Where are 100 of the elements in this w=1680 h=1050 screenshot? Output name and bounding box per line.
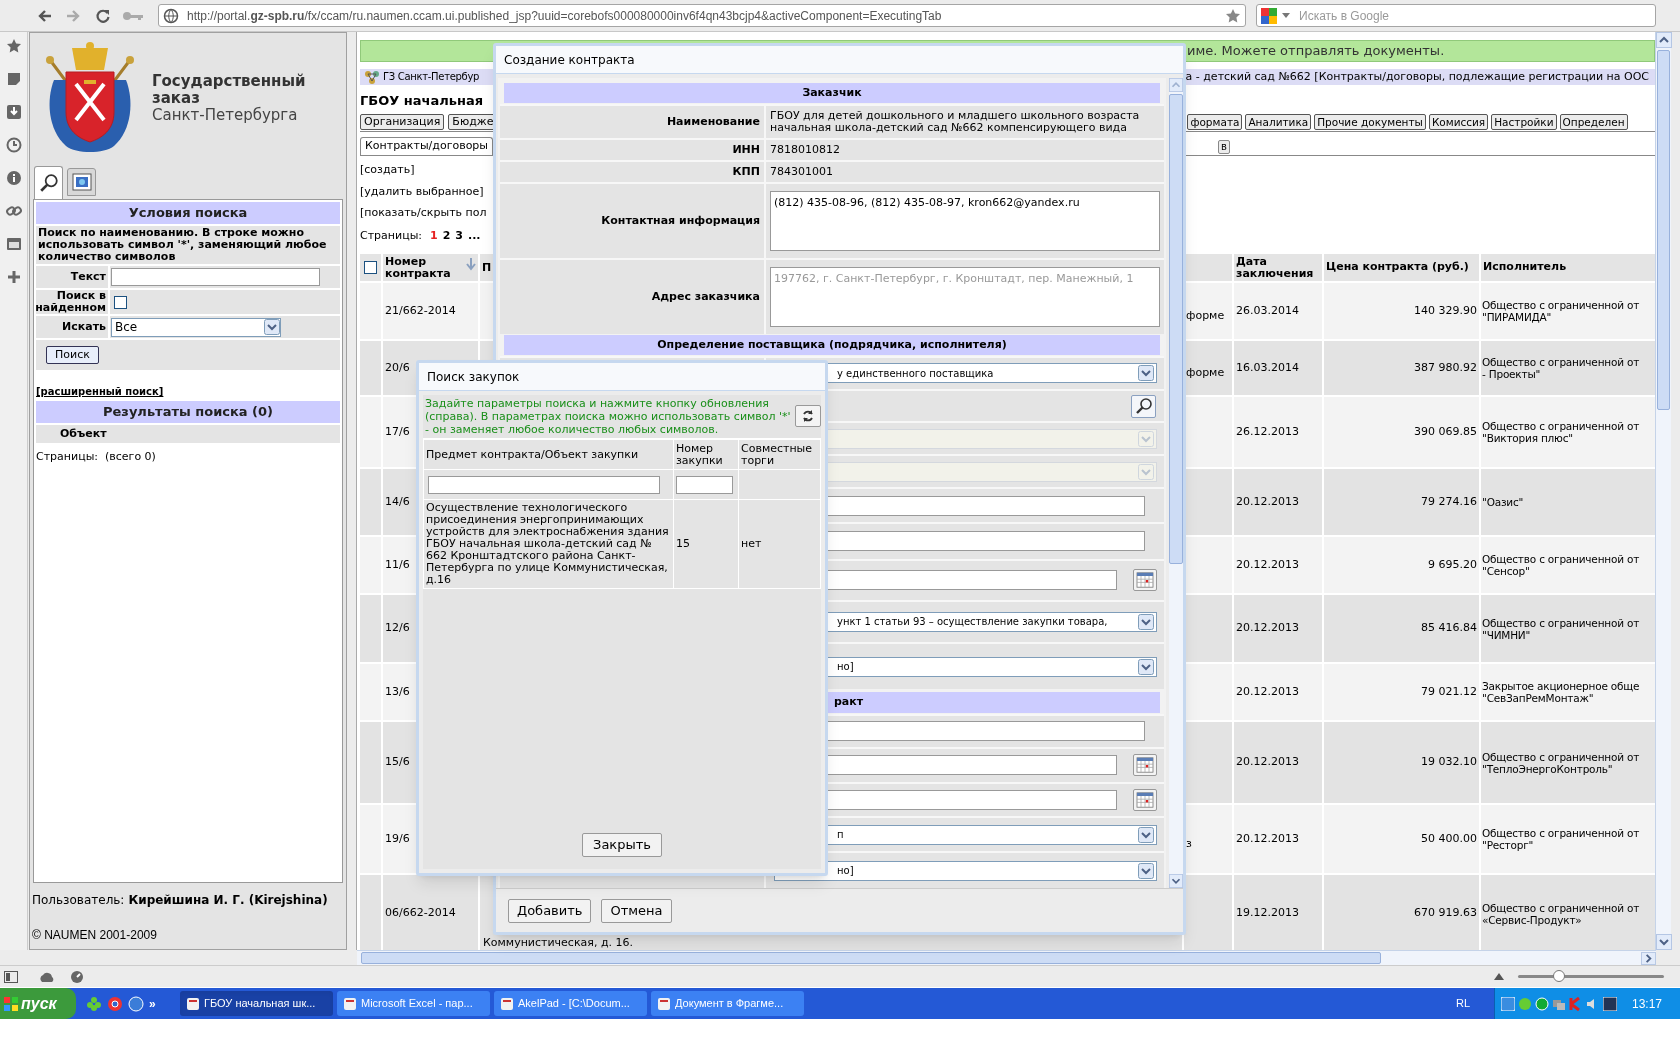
field-value: 784301001 [770, 165, 834, 178]
table-cell: 20.12.2013 [1236, 557, 1299, 571]
column-header: Номер закупки [676, 441, 723, 467]
calendar-button[interactable] [1133, 569, 1157, 592]
page-link[interactable]: ... [468, 227, 481, 244]
scrollbar-thumb[interactable] [1657, 50, 1670, 410]
pagination-text: Страницы: (всего 0) [36, 449, 156, 465]
tab[interactable] [34, 166, 63, 199]
breadcrumb-text: а - детский сад №662 [Контракты/договоры, подлежащие регистрации на ООС [1185, 68, 1649, 85]
plus-icon[interactable] [5, 269, 22, 285]
note-icon[interactable] [5, 71, 22, 87]
dropdown[interactable]: Все [111, 317, 281, 337]
taskbar-button[interactable]: AkelPad - [C:\Docum... [494, 991, 647, 1016]
search-button[interactable]: Поиск [46, 346, 99, 364]
text-field[interactable] [111, 268, 320, 286]
dialog-title: Создание контракта [496, 46, 1183, 74]
clock-icon[interactable] [5, 137, 22, 153]
scrollbar-thumb[interactable] [1169, 94, 1183, 564]
dialog-button[interactable]: Добавить [508, 898, 592, 923]
flower-icon[interactable] [86, 995, 102, 1012]
calendar-button[interactable] [1133, 788, 1157, 811]
search-button[interactable] [1131, 394, 1156, 418]
back-icon[interactable] [36, 7, 54, 24]
panel-icon[interactable] [4, 970, 18, 983]
action-link[interactable]: [показать/скрыть пол [360, 205, 487, 222]
tray-icon[interactable] [1603, 996, 1617, 1011]
calendar-button[interactable] [1133, 754, 1157, 777]
page-link[interactable]: 2 [442, 227, 451, 244]
clock: 13:17 [1632, 995, 1663, 1013]
url-field[interactable]: http://portal.gz-spb.ru/fx/ccam/ru.naumen.ccam.ui.published_jsp?uuid=corebofs000080000inv6f4qn43bcjp4&activeComponent=ExecutingTab [158, 4, 1246, 27]
windows-flag-icon [3, 995, 19, 1012]
caret-icon[interactable] [1281, 11, 1291, 20]
scrollbar-thumb[interactable] [361, 952, 1381, 964]
refresh-icon [801, 409, 815, 423]
table-cell: 387 980.92 [1414, 360, 1477, 374]
action-link[interactable]: [создать] [360, 162, 415, 179]
table-cell: 390 069.85 [1414, 424, 1477, 438]
circle-logo-icon[interactable] [107, 995, 123, 1012]
scroll-down-icon[interactable] [1169, 874, 1183, 888]
page-link[interactable]: 3 [455, 227, 463, 244]
tray-icon[interactable] [1535, 996, 1549, 1011]
action-link[interactable]: [удалить выбранное] [360, 183, 484, 200]
advanced-search-link[interactable]: [расширенный поиск] [36, 384, 164, 399]
tab[interactable]: Комиссия [1428, 114, 1489, 130]
table-cell: 26.12.2013 [1236, 424, 1299, 438]
gauge-icon[interactable] [70, 969, 84, 984]
tab[interactable]: формата [1187, 114, 1243, 130]
link-icon[interactable] [5, 203, 22, 219]
taskbar-button[interactable]: Документ в Фрагме... [651, 991, 804, 1016]
start-button[interactable]: пуск [0, 988, 76, 1019]
column-header: П [482, 261, 492, 274]
table-cell-text: "Оазис" [1482, 496, 1525, 508]
column-header: Номер контракта [385, 255, 452, 280]
tab[interactable]: Прочие документы [1314, 114, 1426, 130]
table-cell: 19.12.2013 [1236, 906, 1299, 920]
dialog-button[interactable]: Отмена [601, 898, 672, 923]
download-icon[interactable] [5, 104, 22, 120]
scroll-up-icon[interactable] [1656, 32, 1672, 48]
tab[interactable]: Аналитика [1245, 114, 1312, 130]
text-area[interactable]: (812) 435-08-96, (812) 435-08-97, kron662@yandex.ru [770, 190, 1160, 251]
checkbox[interactable] [114, 295, 127, 309]
page-link[interactable]: 1 [430, 227, 438, 244]
up-triangle-icon[interactable] [1494, 973, 1504, 980]
taskbar-button[interactable]: ГБОУ начальная шк... [180, 991, 333, 1016]
refresh-button[interactable] [795, 405, 821, 427]
table-cell: 12/6 [385, 621, 410, 635]
globe-icon [163, 7, 179, 24]
taskbar-button[interactable]: Microsoft Excel - пар... [337, 991, 490, 1016]
column-header: Объект [60, 426, 107, 442]
tab[interactable]: Контракты/договоры [360, 137, 494, 155]
text-field[interactable] [428, 475, 660, 494]
info-icon[interactable] [5, 170, 22, 186]
cloud-icon[interactable] [38, 970, 56, 983]
window-icon[interactable] [5, 236, 22, 252]
star-icon[interactable] [1225, 7, 1241, 24]
tab[interactable]: Настройки [1491, 114, 1557, 130]
tab[interactable]: в [1218, 140, 1230, 154]
field-label: Искать [36, 316, 108, 338]
text-field[interactable] [676, 475, 733, 494]
browser-icon[interactable] [128, 995, 144, 1012]
scroll-down-icon[interactable] [1656, 934, 1672, 950]
copyright-text: © NAUMEN 2001-2009 [32, 927, 157, 944]
logo-title: заказ [152, 89, 200, 107]
reload-icon[interactable] [94, 7, 112, 24]
section-header: Результаты поиска (0) [36, 401, 340, 423]
table-cell: 79 021.12 [1421, 684, 1477, 698]
tray-icon[interactable] [1501, 996, 1515, 1011]
table-cell: Коммунистическая, д. 16. [483, 935, 633, 949]
table-cell: 14/6 [385, 494, 410, 508]
scroll-right-icon[interactable] [1641, 951, 1656, 965]
zoom-slider[interactable] [1518, 969, 1664, 984]
star-icon[interactable] [5, 38, 22, 54]
checkbox[interactable] [364, 261, 377, 274]
table-cell-text: Общество с ограниченной от "Сенсор" [1482, 553, 1641, 577]
close-button[interactable]: Закрыть [582, 833, 662, 857]
language-indicator[interactable]: RL [1455, 995, 1470, 1012]
tab[interactable]: Организация [360, 114, 445, 130]
table-cell: 26.03.2014 [1236, 303, 1299, 317]
overflow-chevron-icon[interactable]: » [149, 994, 156, 1013]
tab[interactable]: Определен [1559, 114, 1628, 130]
